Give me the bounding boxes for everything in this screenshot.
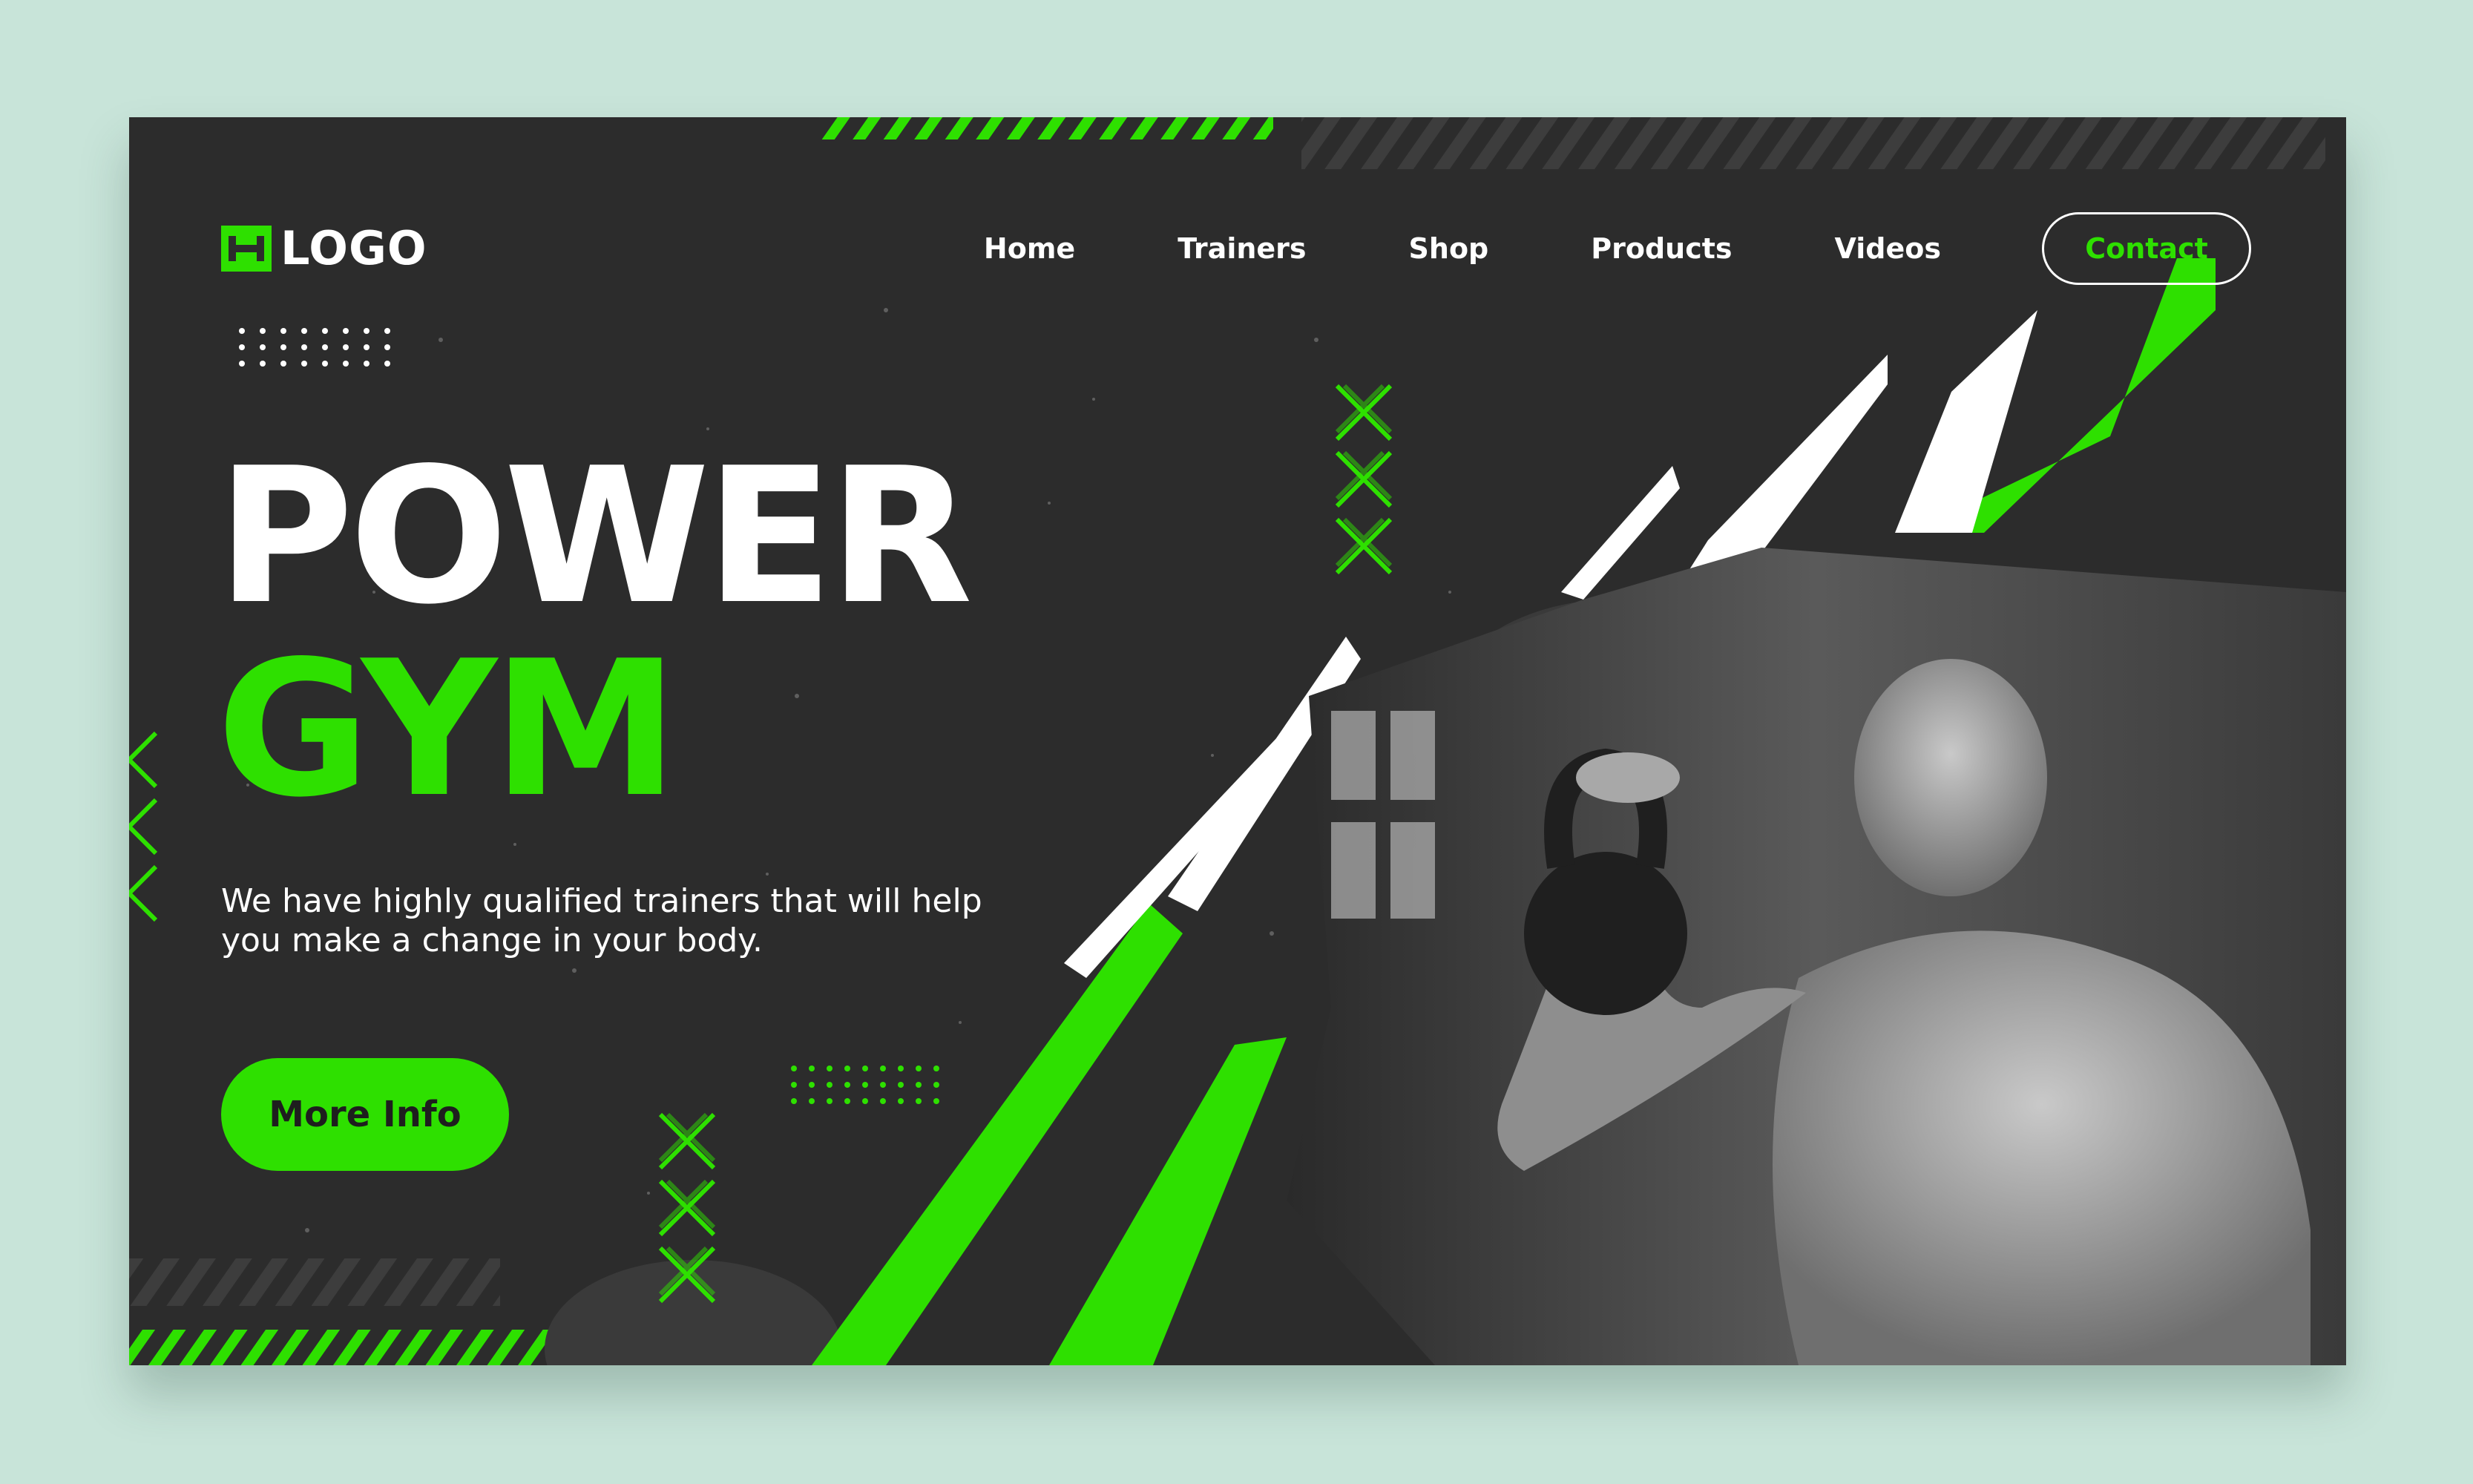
nav-home[interactable]: Home — [984, 232, 1075, 265]
hero-title-gym: GYM — [217, 621, 679, 838]
contact-button[interactable]: Contact — [2042, 212, 2251, 285]
nav-shop[interactable]: Shop — [1409, 232, 1489, 265]
x-mark-icon — [658, 1112, 716, 1170]
x-mark-icon — [129, 798, 158, 856]
landing-page: LOGO Home Trainers Shop Products Videos … — [129, 117, 2346, 1365]
more-info-button[interactable]: More Info — [221, 1058, 509, 1171]
nav-videos[interactable]: Videos — [1835, 232, 1941, 265]
x-mark-icon — [658, 1179, 716, 1237]
x-mark-icon — [1335, 450, 1393, 508]
hero-description: We have highly qualified trainers that w… — [221, 882, 982, 959]
logo-text: LOGO — [280, 221, 427, 275]
x-mark-icon — [129, 731, 158, 789]
x-mark-icon — [1335, 517, 1393, 575]
hero-title-power: POWER — [217, 428, 973, 646]
main-nav: Home Trainers Shop Products Videos Conta… — [984, 212, 2251, 285]
dumbbell-icon — [221, 225, 272, 272]
nav-trainers[interactable]: Trainers — [1178, 232, 1306, 265]
x-mark-icon — [658, 1246, 716, 1304]
x-mark-icon — [129, 864, 158, 922]
x-mark-icon — [1335, 384, 1393, 441]
logo[interactable]: LOGO — [221, 221, 427, 275]
nav-products[interactable]: Products — [1591, 232, 1732, 265]
